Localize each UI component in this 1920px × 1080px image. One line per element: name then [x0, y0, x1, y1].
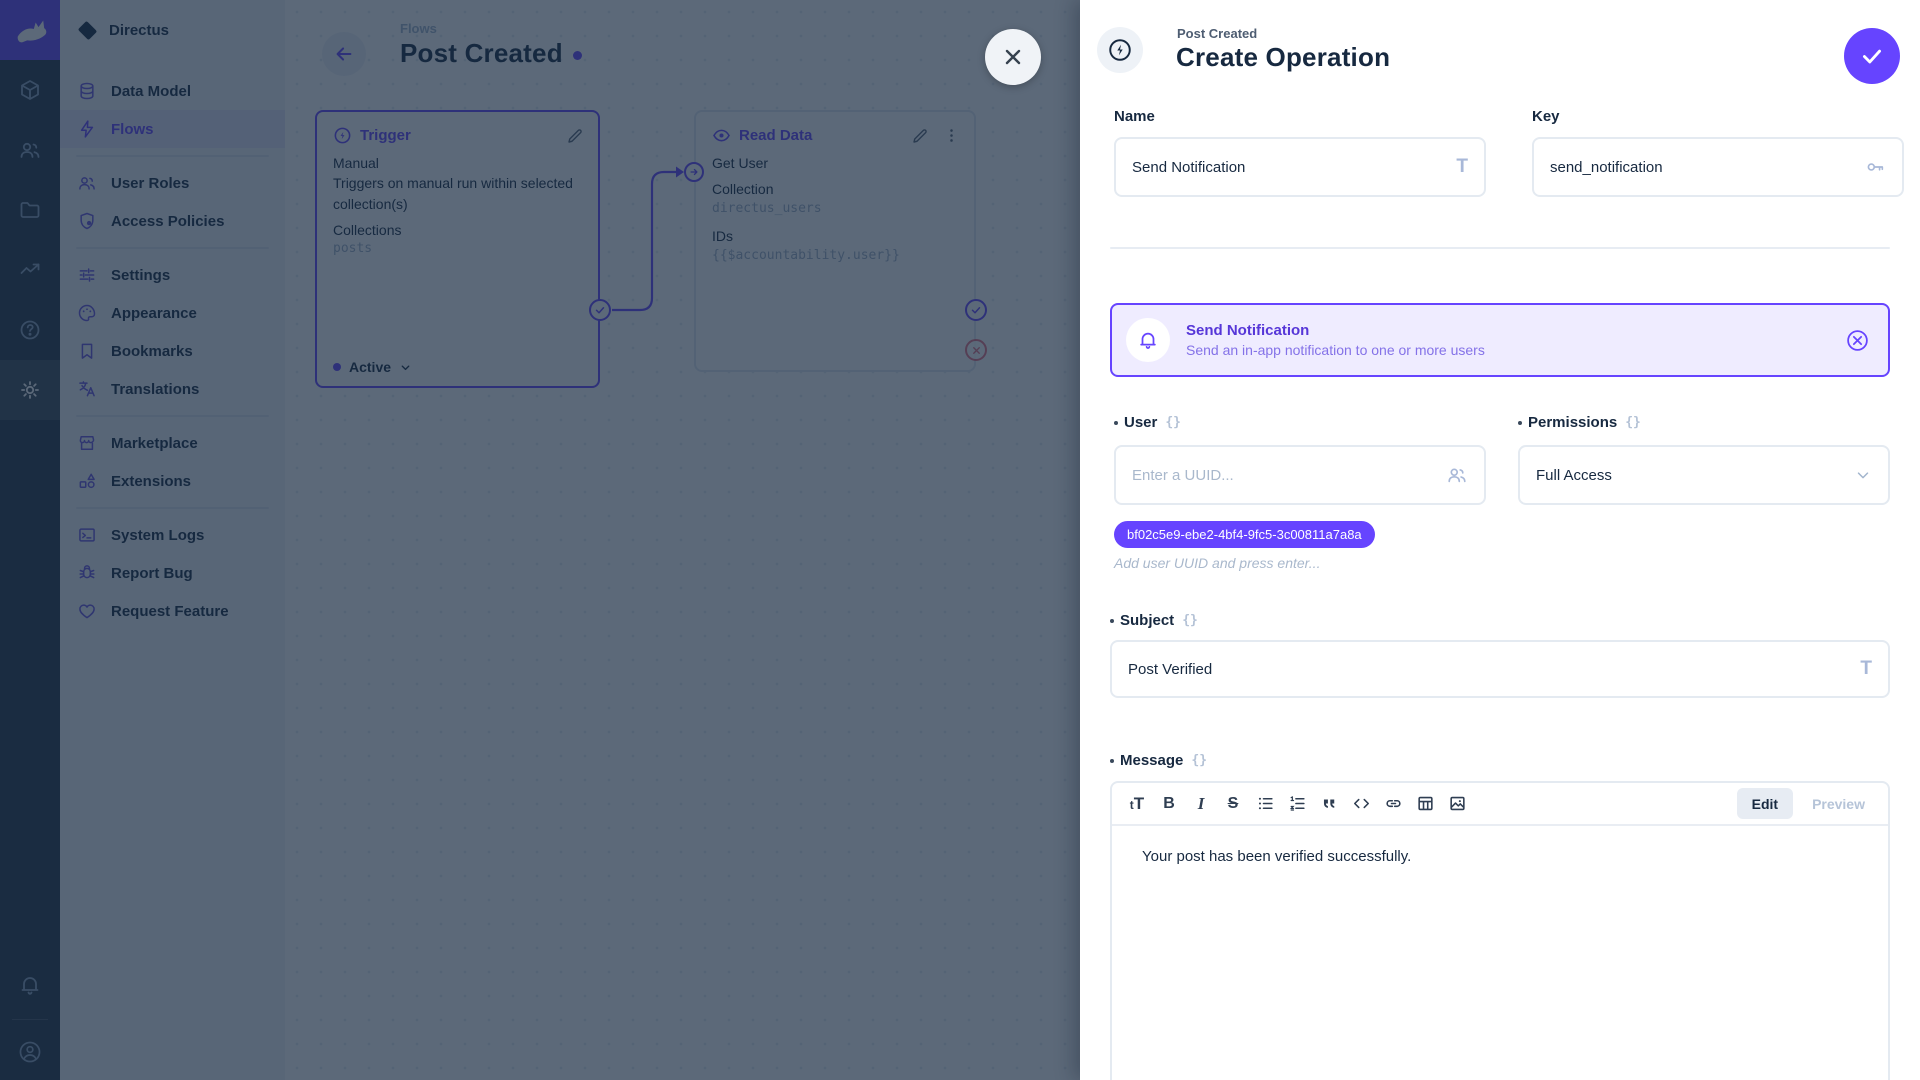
close-drawer-button[interactable]	[985, 29, 1041, 85]
key-input[interactable]	[1550, 159, 1864, 176]
raw-value-icon[interactable]: {}	[1165, 415, 1181, 430]
operation-bolt-icon	[1097, 27, 1143, 73]
blockquote-button[interactable]	[1314, 789, 1344, 819]
edited-dot	[1114, 421, 1118, 425]
user-field	[1114, 445, 1486, 505]
message-label: Message {}	[1120, 752, 1207, 769]
format-size-icon: tT	[1130, 794, 1144, 814]
text-type-icon: T	[1456, 156, 1468, 178]
strikethrough-button[interactable]: S	[1218, 789, 1248, 819]
raw-value-icon[interactable]: {}	[1182, 613, 1198, 628]
edited-dot	[1110, 759, 1114, 763]
bullet-list-icon	[1256, 794, 1275, 813]
italic-button[interactable]: I	[1186, 789, 1216, 819]
operation-type-description: Send an in-app notification to one or mo…	[1186, 342, 1829, 358]
link-button[interactable]	[1378, 789, 1408, 819]
people-icon	[1446, 464, 1468, 486]
save-button[interactable]	[1844, 28, 1900, 84]
message-textarea[interactable]: Your post has been verified successfully…	[1112, 826, 1888, 887]
image-icon	[1448, 794, 1467, 813]
deselect-operation-icon[interactable]	[1845, 328, 1870, 353]
markdown-editor: tT B I S Edit Preview Your post has been…	[1110, 781, 1890, 1080]
permissions-select[interactable]: Full Access	[1518, 445, 1890, 505]
code-button[interactable]	[1346, 789, 1376, 819]
table-button[interactable]	[1410, 789, 1440, 819]
drawer-title: Create Operation	[1176, 42, 1390, 73]
check-icon	[1859, 43, 1885, 69]
raw-value-icon[interactable]: {}	[1625, 415, 1641, 430]
section-divider	[1110, 247, 1890, 249]
key-icon	[1864, 156, 1886, 178]
user-uuid-input[interactable]	[1132, 467, 1446, 484]
operation-type-banner[interactable]: Send Notification Send an in-app notific…	[1110, 303, 1890, 377]
strikethrough-icon: S	[1228, 795, 1239, 813]
name-field: T	[1114, 137, 1486, 197]
numbered-list-icon	[1288, 794, 1307, 813]
permissions-value: Full Access	[1536, 467, 1612, 484]
key-field	[1532, 137, 1904, 197]
italic-icon: I	[1198, 794, 1205, 814]
drawer-breadcrumb: Post Created	[1177, 26, 1257, 41]
editor-preview-tab[interactable]: Preview	[1797, 788, 1880, 819]
raw-value-icon[interactable]: {}	[1191, 753, 1207, 768]
name-input[interactable]	[1132, 159, 1456, 176]
editor-edit-tab[interactable]: Edit	[1737, 788, 1793, 819]
notification-bell-icon	[1126, 318, 1170, 362]
bullet-list-button[interactable]	[1250, 789, 1280, 819]
code-icon	[1352, 794, 1371, 813]
operation-type-title: Send Notification	[1186, 322, 1829, 339]
bold-icon: B	[1163, 795, 1175, 813]
text-type-icon: T	[1860, 658, 1872, 680]
user-uuid-chip[interactable]: bf02c5e9-ebe2-4bf4-9fc5-3c00811a7a8a	[1114, 521, 1375, 548]
user-helper-text: Add user UUID and press enter...	[1114, 555, 1320, 571]
permissions-label: Permissions {}	[1528, 414, 1641, 431]
edited-dot	[1518, 421, 1522, 425]
link-icon	[1384, 794, 1403, 813]
blockquote-icon	[1320, 794, 1339, 813]
user-label: User {}	[1124, 414, 1181, 431]
name-label: Name	[1114, 108, 1155, 125]
subject-input[interactable]	[1128, 661, 1860, 678]
edited-dot	[1110, 619, 1114, 623]
format-size-button[interactable]: tT	[1122, 789, 1152, 819]
key-label: Key	[1532, 108, 1560, 125]
create-operation-drawer: Post Created Create Operation Name Key T	[1080, 0, 1920, 1080]
chevron-down-icon	[1854, 466, 1872, 484]
subject-label: Subject {}	[1120, 612, 1198, 629]
image-button[interactable]	[1442, 789, 1472, 819]
subject-field: T	[1110, 640, 1890, 698]
numbered-list-button[interactable]	[1282, 789, 1312, 819]
directus-app: Directus Data Model Flows User Roles Acc…	[0, 0, 1920, 1080]
close-icon	[1001, 45, 1025, 69]
bold-button[interactable]: B	[1154, 789, 1184, 819]
drawer-backdrop[interactable]	[0, 0, 1080, 1080]
editor-toolbar: tT B I S Edit Preview	[1112, 783, 1888, 826]
table-icon	[1416, 794, 1435, 813]
